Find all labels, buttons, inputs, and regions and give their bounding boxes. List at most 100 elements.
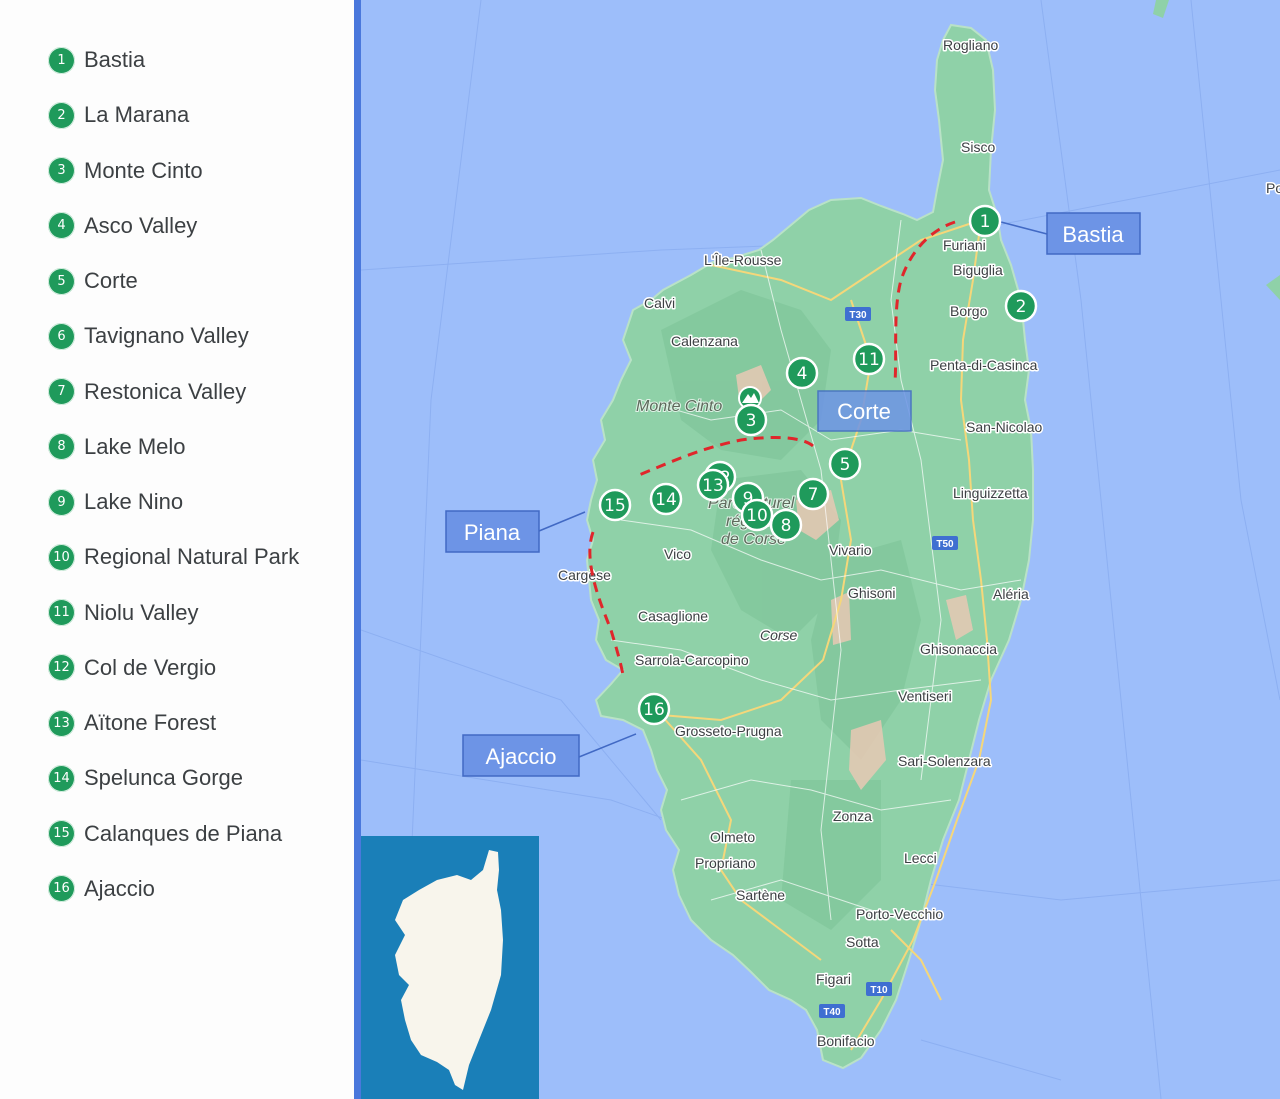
stop-name: Asco Valley <box>84 212 198 238</box>
itinerary-item[interactable]: 16 Ajaccio <box>48 872 155 906</box>
edge-label: Po <box>1266 180 1280 196</box>
stop-name: La Marana <box>84 102 190 128</box>
town-label: Sari-Solenzara <box>898 753 991 769</box>
map-marker-4[interactable]: 4 <box>785 356 819 390</box>
map-marker-13[interactable]: 13 <box>696 468 730 502</box>
town-label: Sarrola-Carcopino <box>635 652 749 668</box>
town-label: Olmeto <box>710 829 755 845</box>
town-label: Furiani <box>943 237 986 253</box>
town-label: Rogliano <box>943 37 998 53</box>
stop-name: Restonica Valley <box>84 378 247 404</box>
map-marker-2[interactable]: 2 <box>1004 289 1038 323</box>
map-marker-3[interactable]: 3 <box>734 403 768 437</box>
svg-text:Piana: Piana <box>464 520 521 545</box>
town-label: Lecci <box>904 850 937 866</box>
stop-name: Aïtone Forest <box>84 710 217 735</box>
svg-text:15: 15 <box>604 496 626 516</box>
itinerary-item[interactable]: 11 Niolu Valley <box>48 596 199 630</box>
itinerary-item[interactable]: 4 Asco Valley <box>48 209 197 243</box>
svg-text:13: 13 <box>702 476 724 496</box>
town-label: Casaglione <box>638 608 708 624</box>
itinerary-item[interactable]: 7 Restonica Valley <box>48 375 246 409</box>
itinerary-item[interactable]: 1 Bastia <box>48 43 145 77</box>
svg-text:5: 5 <box>840 455 851 475</box>
map-marker-5[interactable]: 5 <box>828 447 862 481</box>
town-label: Vico <box>664 546 691 562</box>
inset-map <box>361 836 539 1099</box>
stop-number-badge: 9 <box>48 488 75 516</box>
town-label: Cargèse <box>558 567 611 583</box>
svg-text:2: 2 <box>1016 297 1027 317</box>
road-shield: T30 <box>845 307 871 321</box>
corsica-map[interactable]: Rogliano Sisco Furiani Biguglia Borgo Pe… <box>361 0 1280 1099</box>
itinerary-sidebar: 1 Bastia 2 La Marana 3 Monte Cinto 4 Asco Valle… <box>0 0 354 1099</box>
stop-number-badge: 7 <box>48 378 75 405</box>
map-marker-16[interactable]: 16 <box>637 692 671 726</box>
map-marker-7[interactable]: 7 <box>796 477 830 511</box>
town-label: Ventiseri <box>898 688 952 704</box>
stop-number-badge: 6 <box>48 322 75 350</box>
stop-name: Calanques de Piana <box>84 820 283 846</box>
region-label-monte-cinto: Monte Cinto <box>636 398 722 415</box>
stop-number-badge: 16 <box>48 875 75 903</box>
itinerary-item[interactable]: 12 Col de Vergio <box>48 651 216 685</box>
map-marker-15[interactable]: 15 <box>598 488 632 522</box>
itinerary-item[interactable]: 6 Tavignano Valley <box>48 319 249 353</box>
itinerary-item[interactable]: 9 Lake Nino <box>48 485 183 519</box>
map-marker-14[interactable]: 14 <box>649 482 683 516</box>
town-label: San-Nicolao <box>966 419 1042 435</box>
town-label: Ghisonaccia <box>920 641 997 657</box>
itinerary-item[interactable]: 15 Calanques de Piana <box>48 817 282 851</box>
svg-text:14: 14 <box>655 490 677 510</box>
stop-name: Bastia <box>84 47 146 72</box>
town-label: Linguizzetta <box>953 485 1028 501</box>
town-label: Corse <box>760 627 798 643</box>
map-view[interactable]: Rogliano Sisco Furiani Biguglia Borgo Pe… <box>361 0 1280 1099</box>
stop-name: Col de Vergio <box>84 654 217 680</box>
stop-name: Tavignano Valley <box>84 323 249 349</box>
map-marker-1[interactable]: 1 <box>968 204 1002 238</box>
map-marker-11[interactable]: 11 <box>852 342 886 376</box>
stop-name: Ajaccio <box>84 875 155 901</box>
stop-number-badge: 2 <box>48 101 75 129</box>
itinerary-item[interactable]: 3 Monte Cinto <box>48 154 203 188</box>
itinerary-item[interactable]: 8 Lake Melo <box>48 430 186 464</box>
town-label: Borgo <box>950 303 988 319</box>
svg-text:7: 7 <box>808 485 819 505</box>
itinerary-item[interactable]: 2 La Marana <box>48 98 189 132</box>
town-label: Calenzana <box>671 333 738 349</box>
town-label: Sotta <box>846 934 879 950</box>
svg-text:Ajaccio: Ajaccio <box>486 744 557 769</box>
stop-name: Lake Nino <box>84 489 184 514</box>
town-label: Vivario <box>829 542 872 558</box>
svg-text:Corte: Corte <box>837 399 891 424</box>
svg-text:16: 16 <box>643 700 665 720</box>
svg-text:3: 3 <box>746 411 757 431</box>
svg-text:4: 4 <box>797 364 808 384</box>
svg-text:Bastia: Bastia <box>1062 222 1124 247</box>
itinerary-item[interactable]: 10 Regional Natural Park <box>48 540 299 574</box>
callout-piana: Piana <box>445 510 540 553</box>
svg-text:T40: T40 <box>823 1007 841 1018</box>
town-label: Sisco <box>961 139 995 155</box>
stop-number-badge: 10 <box>48 543 75 571</box>
stop-name: Spelunca Gorge <box>84 765 243 791</box>
map-marker-8[interactable]: 8 <box>769 508 803 542</box>
town-label: Propriano <box>695 855 756 871</box>
stop-name: Monte Cinto <box>84 157 203 183</box>
callout-bastia: Bastia <box>1046 212 1141 255</box>
town-label: Figari <box>816 971 851 987</box>
map-marker-10[interactable]: 10 <box>740 498 774 532</box>
town-label: Calvi <box>644 295 675 311</box>
town-label: Porto-Vecchio <box>856 906 943 922</box>
stop-number-badge: 1 <box>48 46 75 74</box>
svg-text:T30: T30 <box>849 310 867 321</box>
stop-name: Corte <box>84 268 138 293</box>
itinerary-item[interactable]: 13 Aïtone Forest <box>48 706 216 740</box>
itinerary-item[interactable]: 14 Spelunca Gorge <box>48 761 243 795</box>
svg-text:T10: T10 <box>870 985 888 996</box>
road-shield: T10 <box>866 982 892 996</box>
road-shield: T40 <box>819 1004 845 1018</box>
itinerary-item[interactable]: 5 Corte <box>48 264 138 298</box>
stop-number-badge: 14 <box>48 764 75 792</box>
